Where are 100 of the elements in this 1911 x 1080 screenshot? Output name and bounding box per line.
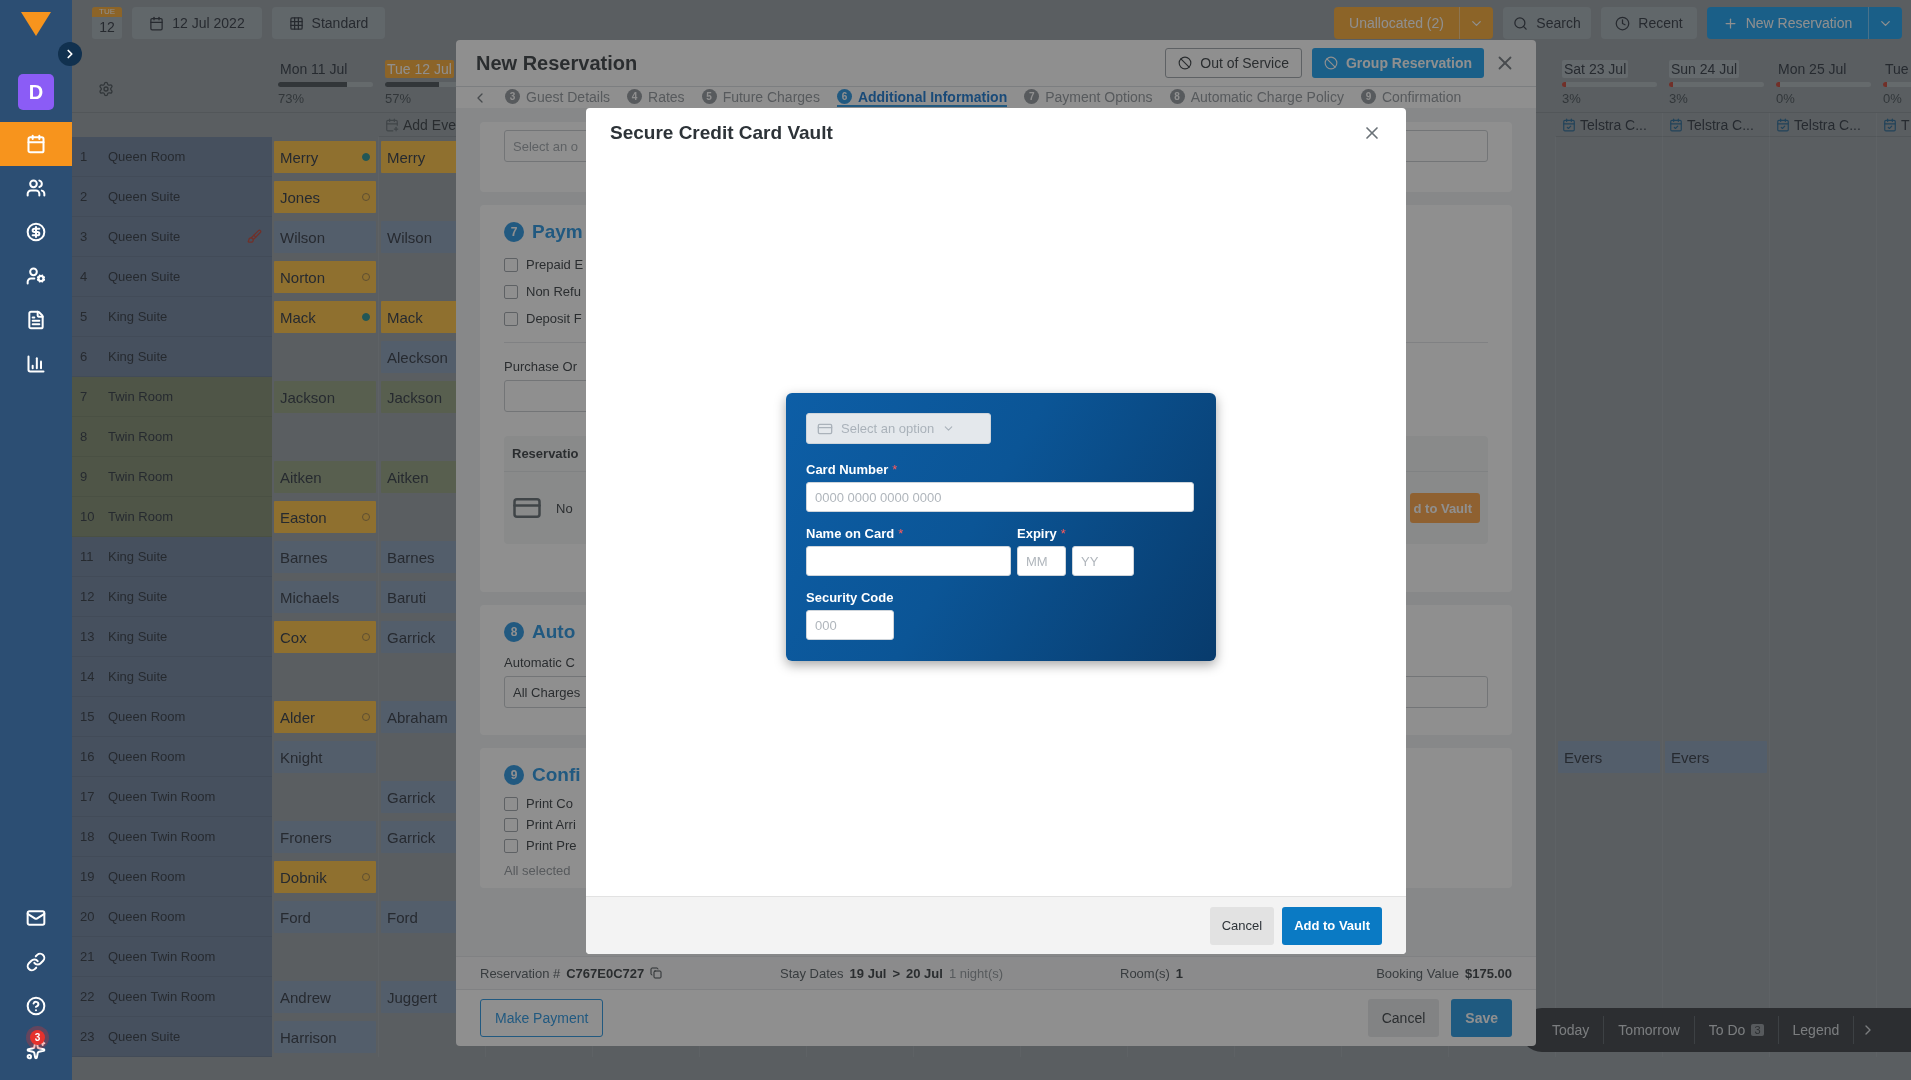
card-number-input[interactable]: 0000 0000 0000 0000 <box>806 482 1194 512</box>
booking-block[interactable]: Evers <box>1665 741 1767 773</box>
booking-block[interactable]: Cox <box>274 621 376 653</box>
booking-block[interactable]: Merry <box>274 141 376 173</box>
plus-icon <box>1722 15 1738 31</box>
expand-button[interactable] <box>58 42 82 66</box>
quick-nav-item[interactable]: Today <box>1538 1016 1605 1044</box>
booking-block[interactable]: Andrew <box>274 981 376 1013</box>
month-input[interactable]: MM <box>1017 546 1066 576</box>
checkbox[interactable] <box>504 284 518 299</box>
booking-block[interactable]: Wilson <box>274 221 376 253</box>
blocked-icon <box>1323 56 1338 70</box>
field-label: Automatic C <box>504 655 576 670</box>
booking-block[interactable]: Alder <box>274 701 376 733</box>
help-icon <box>26 996 46 1016</box>
add-event-icon <box>385 117 399 132</box>
checkbox[interactable] <box>504 838 518 853</box>
summary-label: Stay Dates <box>780 965 844 981</box>
unallocated-button[interactable]: Unallocated (2) <box>1334 7 1459 39</box>
field-label: Purchase Or <box>504 359 578 374</box>
summary-label: Room(s) <box>1120 965 1170 981</box>
field-label: Expiry * <box>1017 526 1067 541</box>
booking-block[interactable]: Harrison <box>274 1021 376 1053</box>
booking-block[interactable]: Mack <box>274 301 376 333</box>
departure-date: 20 Jul <box>906 965 943 981</box>
dialog-title: Secure Credit Card Vault <box>610 122 834 144</box>
booking-block[interactable]: Dobnik <box>274 861 376 893</box>
day-header: Sun 24 Jul <box>1669 60 1740 78</box>
event-icon <box>1562 117 1576 132</box>
booking-block[interactable]: Jones <box>274 181 376 213</box>
summary-label: Booking Value <box>1376 965 1459 981</box>
grid-icon <box>288 15 304 31</box>
field-label: Security Code <box>806 590 895 605</box>
checkbox[interactable] <box>504 311 518 326</box>
checkbox[interactable] <box>504 817 518 832</box>
add-to-vault-button[interactable]: Add to Vault <box>1282 906 1382 945</box>
bar-chart-icon <box>26 354 46 374</box>
date-picker-button[interactable]: 12 Jul 2022 <box>132 7 262 39</box>
booking-block[interactable]: Ford <box>274 901 376 933</box>
cancel-button[interactable]: Cancel <box>1367 999 1440 1037</box>
booking-block[interactable]: Barnes <box>274 541 376 573</box>
checkbox-label: Print Pre <box>526 838 577 853</box>
day-number: 12 <box>99 18 115 37</box>
event-icon <box>1776 117 1790 132</box>
day-header: Tue 12 Jul <box>385 60 454 78</box>
checkbox[interactable] <box>504 257 518 272</box>
hint-text: All selected <box>504 863 572 878</box>
user-gear-icon <box>26 266 46 286</box>
quick-nav-item[interactable]: Legend <box>1778 1016 1855 1044</box>
card-status: No <box>556 500 573 516</box>
booking-block[interactable]: Norton <box>274 261 376 293</box>
search-button[interactable]: Search <box>1503 7 1591 39</box>
section-number: 7 <box>504 222 524 242</box>
document-icon <box>26 310 46 330</box>
checkbox-label: Non Refu <box>526 284 581 299</box>
dollar-icon <box>26 222 46 242</box>
reservation-number: C767E0C727 <box>566 965 645 981</box>
day-header: Sat 23 Jul <box>1562 60 1629 78</box>
section-title: Auto <box>532 621 576 643</box>
recent-button[interactable]: Recent <box>1601 7 1697 39</box>
cancel-button[interactable]: Cancel <box>1209 906 1275 945</box>
arrival-date: 19 Jul <box>849 965 887 981</box>
add-to-vault-button[interactable]: d to Vault <box>1409 493 1480 523</box>
out-of-service-button[interactable]: Out of Service <box>1165 48 1302 78</box>
step-tab[interactable]: 6 Additional Information <box>836 88 1008 107</box>
section-number: 8 <box>504 622 524 642</box>
name-input[interactable] <box>806 546 1011 576</box>
summary-label: Reservation # <box>480 965 561 981</box>
settings-icon[interactable] <box>98 81 114 97</box>
event-icon <box>1883 117 1897 132</box>
booking-block[interactable]: Froners <box>274 821 376 853</box>
copy-icon[interactable] <box>650 967 663 979</box>
blocked-icon <box>1178 56 1193 70</box>
quick-nav-item[interactable]: Tomorrow <box>1604 1016 1695 1044</box>
rooms-count: 1 <box>1175 965 1184 981</box>
calendar-icon <box>149 15 165 31</box>
link-icon <box>26 952 46 972</box>
field-label: Name on Card * <box>806 526 905 541</box>
calendar-icon <box>26 134 46 154</box>
security-code-input[interactable]: 000 <box>806 610 894 640</box>
nav-item[interactable]: 3 <box>0 1028 72 1072</box>
user-avatar[interactable]: D <box>18 74 54 110</box>
booking-block[interactable]: Michaels <box>274 581 376 613</box>
new-reservation-button[interactable]: New Reservation <box>1707 7 1868 39</box>
year-input[interactable]: YY <box>1072 546 1134 576</box>
checkbox[interactable] <box>504 796 518 811</box>
checkbox-label: Deposit F <box>526 311 582 326</box>
booking-block[interactable]: Knight <box>274 741 376 773</box>
booking-block[interactable]: Evers <box>1558 741 1660 773</box>
clock-icon <box>1615 15 1631 31</box>
notification-badge: 3 <box>30 1030 45 1045</box>
logo-icon <box>21 12 51 36</box>
sparkle-icon <box>26 1040 46 1060</box>
booking-block[interactable]: Easton <box>274 501 376 533</box>
group-reservation-button[interactable]: Group Reservation <box>1311 48 1484 78</box>
view-button[interactable]: Standard <box>272 7 385 39</box>
make-payment-button[interactable]: Make Payment <box>480 999 604 1037</box>
weekday-label: TUE <box>92 7 122 17</box>
save-button[interactable]: Save <box>1451 999 1512 1037</box>
dialog-title: New Reservation <box>476 51 639 75</box>
